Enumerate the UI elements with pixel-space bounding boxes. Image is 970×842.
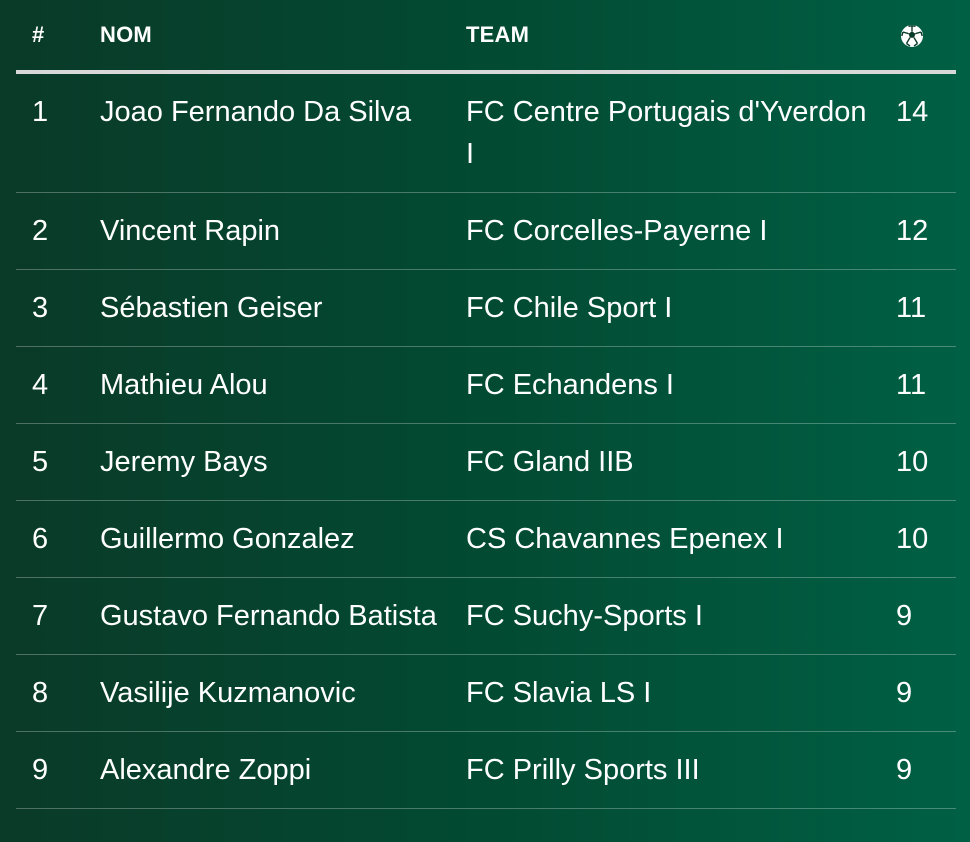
team-name: FC Slavia LS I <box>466 654 896 732</box>
goals-count: 9 <box>896 577 956 655</box>
row-rank: 7 <box>16 577 100 655</box>
table-row[interactable]: 4 Mathieu Alou FC Echandens I 11 <box>16 346 956 424</box>
player-name: Guillermo Gonzalez <box>100 500 466 578</box>
row-rank: 8 <box>16 654 100 732</box>
row-rank: 2 <box>16 192 100 270</box>
player-name: Joao Fernando Da Silva <box>100 72 466 193</box>
header-name: NOM <box>100 0 466 74</box>
player-name: Vasilije Kuzmanovic <box>100 654 466 732</box>
header-goals <box>896 0 956 74</box>
goals-count: 10 <box>896 500 956 578</box>
goals-count: 9 <box>896 654 956 732</box>
goals-count: 9 <box>896 731 956 809</box>
table-row[interactable]: 1 Joao Fernando Da Silva FC Centre Portuga… <box>16 72 956 193</box>
row-rank: 6 <box>16 500 100 578</box>
player-name: Gustavo Fernando Batista <box>100 577 466 655</box>
player-name: Mathieu Alou <box>100 346 466 424</box>
table-row[interactable]: 3 Sébastien Geiser FC Chile Sport I 11 <box>16 269 956 347</box>
row-rank: 4 <box>16 346 100 424</box>
table-row[interactable]: 7 Gustavo Fernando Batista FC Suchy-Sports… <box>16 577 956 655</box>
row-rank: 3 <box>16 269 100 347</box>
table-row[interactable]: 8 Vasilije Kuzmanovic FC Slavia LS I9 <box>16 654 956 732</box>
team-name: FC Prilly Sports III <box>466 731 896 809</box>
top-scorers-table: # NOM TEAM 1 Joao Fernando Da Silva FC Cen… <box>16 0 956 809</box>
team-name: CS Chavannes Epenex I <box>466 500 896 578</box>
player-name: Alexandre Zoppi <box>100 731 466 809</box>
table-row[interactable]: 2 Vincent Rapin FC Corcelles-Payerne I 12 <box>16 192 956 270</box>
player-name: Jeremy Bays <box>100 423 466 501</box>
row-rank: 5 <box>16 423 100 501</box>
soccer-ball-icon <box>901 25 923 48</box>
team-name: FC Echandens I <box>466 346 896 424</box>
team-name: FC Suchy-Sports I <box>466 577 896 655</box>
team-name: FC Chile Sport I <box>466 269 896 347</box>
table-row[interactable]: 6 Guillermo Gonzalez CS Chavannes Epenex I… <box>16 500 956 578</box>
goals-count: 14 <box>896 72 956 193</box>
table-body: 1 Joao Fernando Da Silva FC Centre Portuga… <box>16 72 956 809</box>
team-name: FC Corcelles-Payerne I <box>466 192 896 270</box>
header-rank: # <box>16 0 100 74</box>
row-rank: 1 <box>16 72 100 193</box>
player-name: Sébastien Geiser <box>100 269 466 347</box>
table-row[interactable]: 9 Alexandre Zoppi FC Prilly Sports III 9 <box>16 731 956 809</box>
table-header-row: # NOM TEAM <box>16 0 956 74</box>
header-team: TEAM <box>466 0 896 74</box>
player-name: Vincent Rapin <box>100 192 466 270</box>
team-name: FC Centre Portugais d'Yverdon I <box>466 72 896 193</box>
goals-count: 11 <box>896 346 956 424</box>
goals-count: 12 <box>896 192 956 270</box>
goals-count: 11 <box>896 269 956 347</box>
row-rank: 9 <box>16 731 100 809</box>
team-name: FC Gland IIB <box>466 423 896 501</box>
table-row[interactable]: 5 Jeremy Bays FC Gland IIB 10 <box>16 423 956 501</box>
goals-count: 10 <box>896 423 956 501</box>
